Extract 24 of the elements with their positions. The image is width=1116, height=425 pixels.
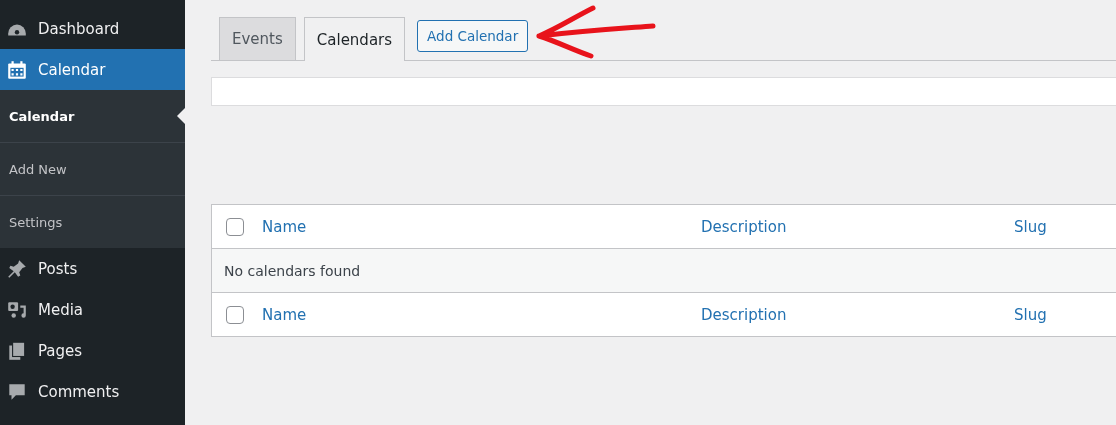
pin-icon bbox=[6, 257, 28, 280]
submenu-item[interactable]: Add New bbox=[0, 143, 185, 196]
submenu-item[interactable]: Calendar bbox=[0, 90, 185, 143]
menu-item[interactable]: Pages bbox=[0, 330, 185, 371]
column-footer[interactable]: Slug bbox=[1014, 305, 1047, 324]
column-header[interactable]: Description bbox=[701, 217, 787, 236]
column-header[interactable]: Name bbox=[262, 217, 307, 236]
submenu-item[interactable]: Settings bbox=[0, 196, 185, 248]
add-calendar-button[interactable]: Add Calendar bbox=[417, 20, 529, 52]
checkbox[interactable] bbox=[226, 305, 244, 324]
menu-item[interactable]: Media bbox=[0, 289, 185, 330]
column-header[interactable]: Slug bbox=[1014, 217, 1047, 236]
menu-item[interactable]: Posts bbox=[0, 248, 185, 289]
menu-item[interactable]: Comments bbox=[0, 371, 185, 412]
menu-item[interactable]: Dashboard bbox=[0, 8, 185, 49]
menu-item[interactable]: Calendar bbox=[0, 49, 185, 90]
column-footer[interactable]: Description bbox=[701, 305, 787, 324]
pages-icon bbox=[6, 339, 28, 362]
calendar-icon bbox=[6, 58, 28, 81]
empty-message: No calendars found bbox=[223, 262, 361, 279]
tab[interactable]: Calendars bbox=[303, 17, 406, 61]
column-footer[interactable]: Name bbox=[262, 305, 307, 324]
checkbox[interactable] bbox=[226, 217, 244, 236]
tab[interactable]: Events bbox=[219, 17, 296, 60]
